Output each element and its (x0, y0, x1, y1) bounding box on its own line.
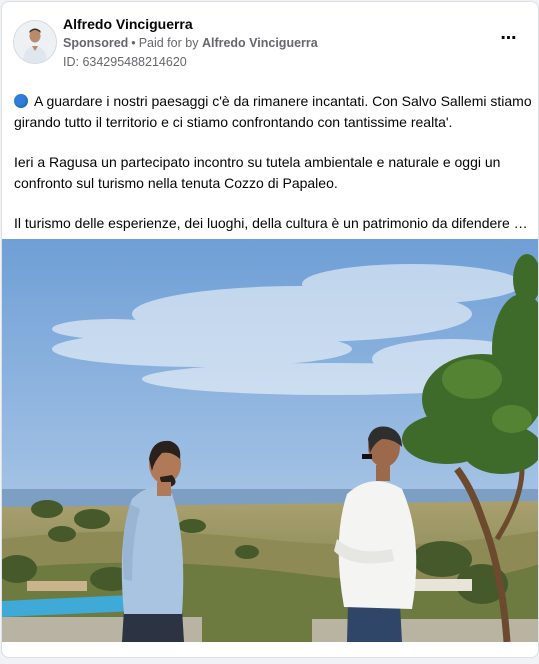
post-paragraph-3: Il turismo delle esperienze, dei luoghi,… (14, 213, 532, 234)
paragraph-3-text[interactable]: Il turismo delle esperienze, dei luoghi,… (14, 213, 530, 234)
post-paragraph-1: A guardare i nostri paesaggi c'è da rima… (14, 91, 532, 133)
paid-for-prefix: Paid for by (138, 36, 199, 50)
post-header: Alfredo Vinciguerra Sponsored • Paid for b… (2, 2, 538, 80)
post-text: A guardare i nostri paesaggi c'è da rima… (14, 91, 532, 253)
paragraph-1-text: A guardare i nostri paesaggi c'è da rima… (14, 93, 532, 130)
ad-id: ID: 634295488214620 (63, 55, 187, 69)
author-avatar[interactable] (13, 20, 57, 64)
landscape-photo (2, 239, 538, 642)
blue-circle-icon (14, 94, 28, 108)
sponsored-label: Sponsored (63, 36, 129, 50)
meta-separator: • (131, 36, 136, 50)
paid-for-name[interactable]: Alfredo Vinciguerra (202, 36, 318, 50)
avatar-portrait-image (14, 21, 56, 63)
ad-post-card: Alfredo Vinciguerra Sponsored • Paid for b… (1, 1, 539, 658)
author-name[interactable]: Alfredo Vinciguerra (63, 16, 193, 32)
more-options-icon[interactable]: ⋯ (497, 31, 521, 51)
post-photo[interactable] (2, 239, 538, 642)
post-paragraph-2: Ieri a Ragusa un partecipato incontro su… (14, 154, 501, 191)
sponsored-meta: Sponsored • Paid for by Alfredo Vinciguerr… (63, 36, 318, 50)
